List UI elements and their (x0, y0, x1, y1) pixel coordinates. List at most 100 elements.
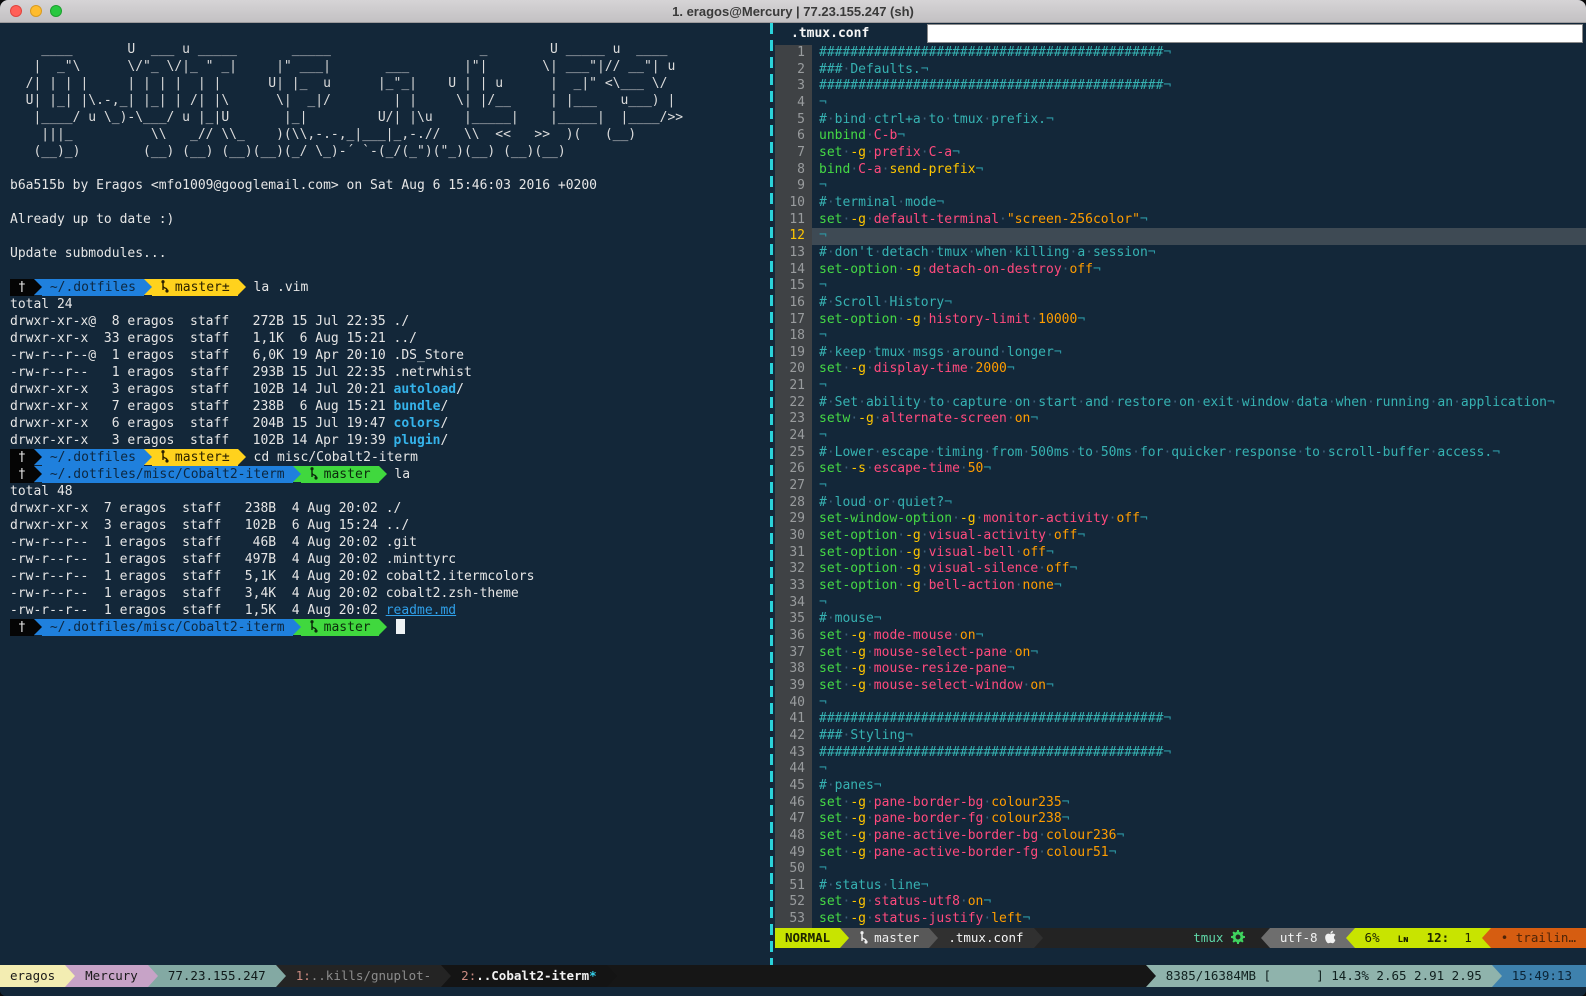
vim-line: 11set·-g·default-terminal·"screen-256col… (775, 212, 1586, 229)
tmux-window-1[interactable]: 1:..kills/gnuplot- (286, 965, 441, 987)
whitespace-dot: · (866, 661, 874, 676)
token: "screen-256color" (1007, 212, 1140, 227)
code-text: set-option·-g·visual-activity·off¬ (812, 528, 1085, 545)
eol-marker: ¬ (1163, 745, 1171, 760)
statusline-position: 6% Lɴ 12: 1 (1355, 928, 1482, 948)
vim-buffer[interactable]: 1#######################################… (775, 45, 1586, 928)
token: C-b (874, 128, 897, 143)
pane-divider[interactable] (768, 23, 775, 965)
eol-marker: ¬ (1046, 678, 1054, 693)
statusline-label: NORMAL (785, 930, 830, 945)
whitespace-dot: · (905, 345, 913, 360)
whitespace-dot: · (1226, 445, 1234, 460)
tab-tmux-conf[interactable]: .tmux.conf (775, 23, 927, 45)
whitespace-dot: · (827, 878, 835, 893)
eol-marker: ¬ (1116, 828, 1124, 843)
file-name: .git (386, 535, 417, 550)
token: access. (1437, 445, 1492, 460)
statusline-label: utf-8 (1280, 930, 1318, 945)
vim-line: 50¬ (775, 861, 1586, 878)
line-number: 42 (775, 728, 812, 745)
whitespace-dot: · (866, 112, 874, 127)
code-text: ¬ (812, 695, 827, 712)
vim-line: 33set-option·-g·bell-action·none¬ (775, 578, 1586, 595)
prompt-segment-label: ~/.dotfiles/misc/Cobalt2-iterm (50, 467, 285, 482)
file-name: cobalt2.itermcolors (386, 569, 535, 584)
token: off (1116, 511, 1139, 526)
file-link[interactable]: readme.md (386, 603, 456, 618)
powerline-separator (276, 965, 286, 987)
whitespace-dot: · (1077, 395, 1085, 410)
vim-statusline: NORMALmaster.tmux.conftmux utf-86% Lɴ 12… (775, 928, 1586, 948)
token: on (1015, 411, 1031, 426)
line-number: 27 (775, 478, 812, 495)
token: -g (905, 262, 921, 277)
token: restore (1116, 395, 1171, 410)
tmux-clock: 15:49:13 (1502, 965, 1586, 987)
code-text: set-option·-g·visual-bell·off¬ (812, 545, 1054, 562)
powerline-separator (929, 928, 938, 948)
vim-line: 51#·status·line¬ (775, 878, 1586, 895)
code-text: set·-g·default-terminal·"screen-256color… (812, 212, 1148, 229)
eol-marker: ¬ (952, 145, 960, 160)
whitespace-dot: · (1453, 395, 1461, 410)
token: History (889, 295, 944, 310)
file-meta: -rw-r--r-- 1 eragos staff 293B 15 Jul 22… (10, 365, 394, 380)
branch-icon (160, 279, 170, 293)
token: -g (850, 361, 866, 376)
vim-line: 9¬ (775, 178, 1586, 195)
eol-marker: ¬ (874, 611, 882, 626)
powerline-separator (607, 965, 617, 987)
tabline-fill (927, 24, 1583, 43)
token: bind (819, 162, 850, 177)
vim-line: 37set·-g·mouse-select-pane·on¬ (775, 645, 1586, 662)
ascii-art-line: ____ U ___ u _____ _____ _ U _____ u ___… (10, 41, 768, 58)
terminal-output-line: Already up to date :) (10, 211, 768, 228)
eol-marker: ¬ (819, 695, 827, 710)
whitespace-dot: · (960, 894, 968, 909)
tmux-bar-spacer (617, 965, 1146, 987)
whitespace-dot: · (897, 195, 905, 210)
code-text: #·loud·or·quiet?¬ (812, 495, 952, 512)
token: -g (850, 828, 866, 843)
powerline-separator (1034, 928, 1043, 948)
eol-marker: ¬ (976, 162, 984, 177)
whitespace-dot: · (921, 112, 929, 127)
code-text: set·-g·status-justify·left¬ (812, 911, 1030, 928)
line-number: 49 (775, 845, 812, 862)
token: ability (866, 395, 921, 410)
token: escape-time (874, 461, 960, 476)
token: -g (850, 212, 866, 227)
file-name: ./ (394, 314, 410, 329)
token: status-justify (874, 911, 984, 926)
token: quicker (1171, 445, 1226, 460)
eol-marker: ¬ (819, 178, 827, 193)
token: set (819, 145, 842, 160)
whitespace-dot: · (921, 545, 929, 560)
eol-marker: ¬ (1148, 245, 1156, 260)
token: colour51 (1046, 845, 1109, 860)
vim-line: 34¬ (775, 595, 1586, 612)
eol-marker: ¬ (983, 894, 991, 909)
whitespace-dot: · (866, 911, 874, 926)
whitespace-dot: · (944, 395, 952, 410)
whitespace-dot: · (827, 445, 835, 460)
vim-pane[interactable]: .tmux.conf 1############################… (775, 23, 1586, 965)
prompt-os-segment: † (10, 619, 34, 636)
whitespace-dot: · (921, 145, 929, 160)
vim-line: 49set·-g·pane-active-border-fg·colour51¬ (775, 845, 1586, 862)
whitespace-dot: · (897, 312, 905, 327)
file-meta: -rw-r--r--@ 1 eragos staff 6,0K 19 Apr 2… (10, 348, 394, 363)
tmux-memory-load: 8385/16384MB [ ] 14.3% 2.65 2.91 2.95 (1156, 965, 1492, 987)
line-number: 41 (775, 711, 812, 728)
powerline-separator (1261, 928, 1270, 948)
terminal-cursor (396, 619, 405, 634)
file-name: plugin (394, 433, 441, 448)
whitespace-dot: · (874, 445, 882, 460)
shell-pane[interactable]: ____ U ___ u _____ _____ _ U _____ u ___… (0, 23, 768, 965)
token: set (819, 628, 842, 643)
token: tmux (874, 345, 905, 360)
token: scroll-buffer (1328, 445, 1430, 460)
eol-marker: ¬ (936, 195, 944, 210)
tmux-window-2[interactable]: 2:..Cobalt2-iterm* (451, 965, 606, 987)
